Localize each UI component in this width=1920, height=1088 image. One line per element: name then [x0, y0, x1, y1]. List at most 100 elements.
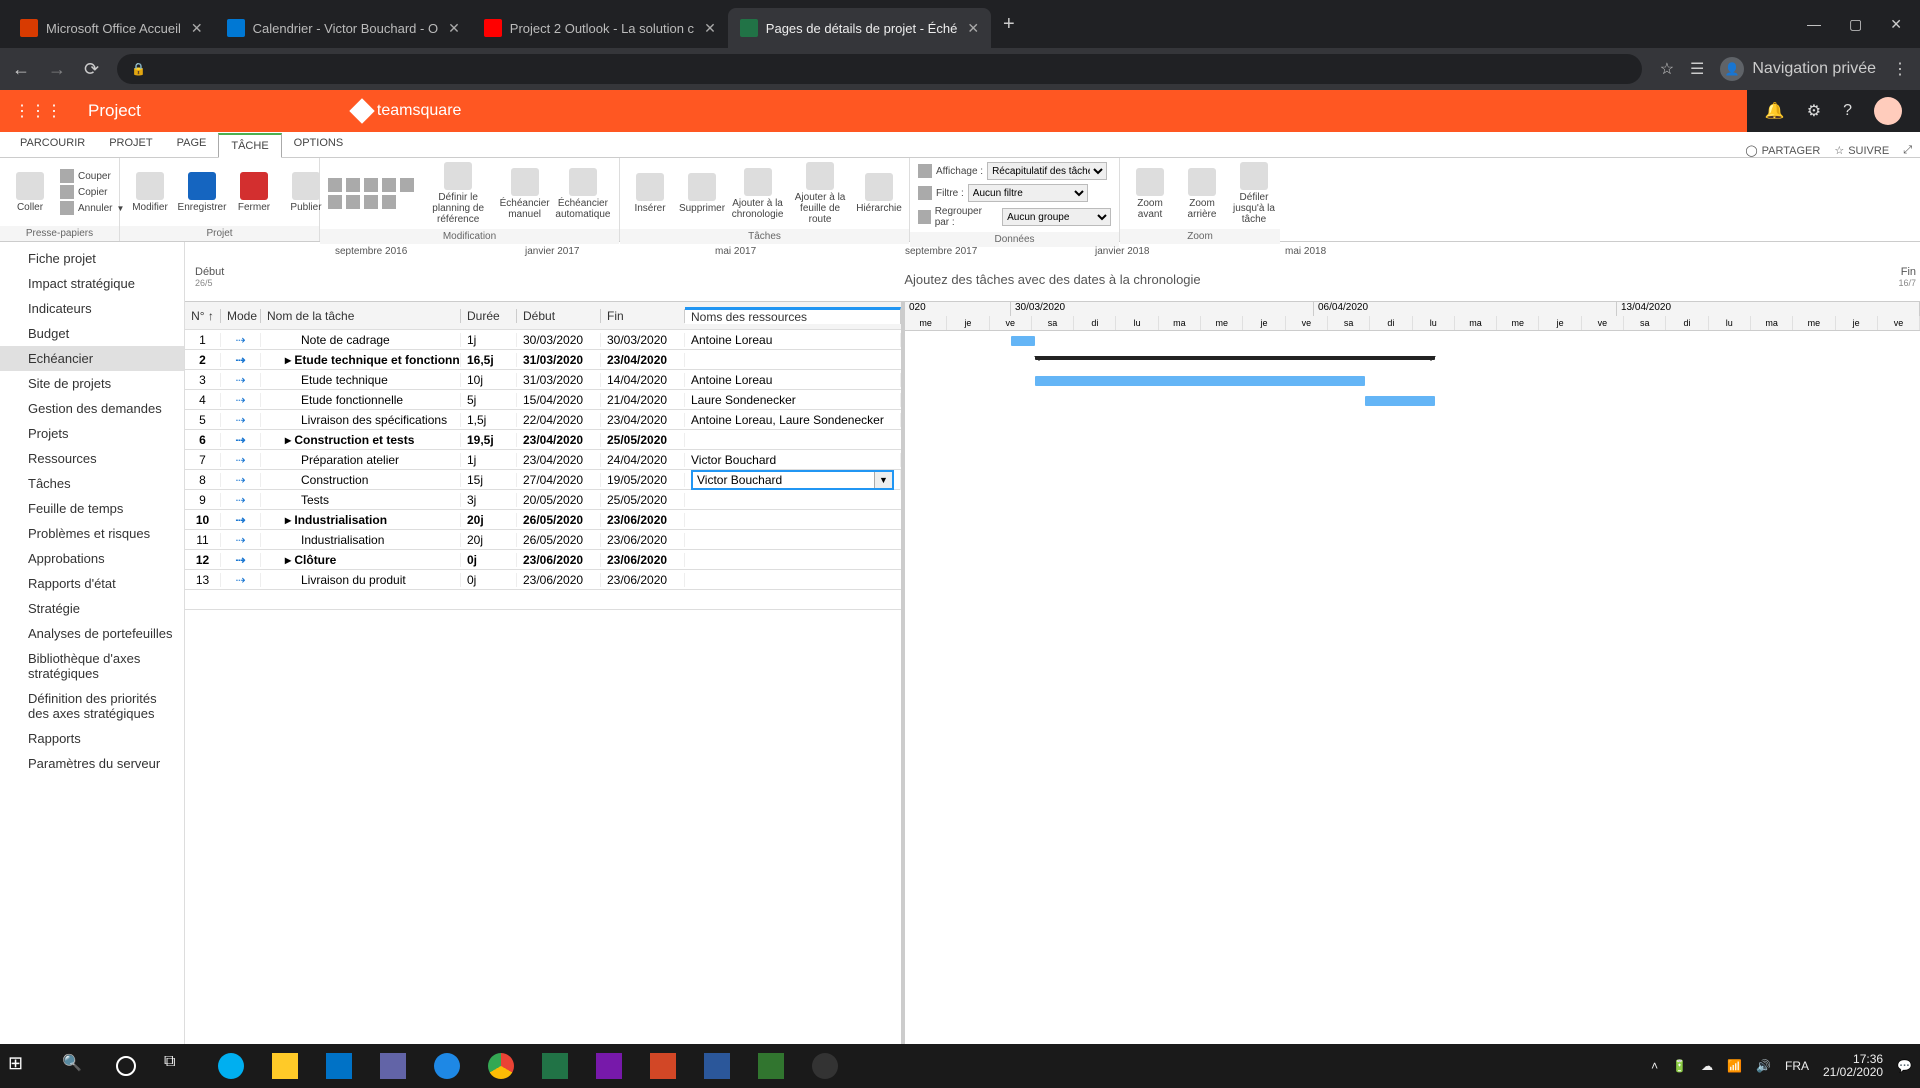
cut-button[interactable]: Couper — [60, 169, 124, 183]
insert-button[interactable]: Insérer — [628, 173, 672, 214]
bookmark-star-icon[interactable]: ☆ — [1660, 59, 1674, 79]
start-cell[interactable]: 23/04/2020 — [517, 433, 601, 447]
end-cell[interactable]: 25/05/2020 — [601, 433, 685, 447]
task-name-cell[interactable]: Livraison du produit — [261, 573, 461, 587]
task-name-cell[interactable]: Etude technique — [261, 373, 461, 387]
sidebar-item[interactable]: Tâches — [0, 471, 184, 496]
col-name[interactable]: Nom de la tâche — [261, 309, 461, 323]
start-cell[interactable]: 15/04/2020 — [517, 393, 601, 407]
sidebar-item[interactable]: Analyses de portefeuilles — [0, 621, 184, 646]
task-name-cell[interactable]: ▸ Construction et tests — [261, 433, 461, 447]
save-button[interactable]: Enregistrer — [180, 172, 224, 213]
end-cell[interactable]: 23/04/2020 — [601, 353, 685, 367]
follow-button[interactable]: ☆ SUIVRE — [1834, 144, 1889, 157]
zoom-out-button[interactable]: Zoom arrière — [1180, 168, 1224, 220]
sidebar-item[interactable]: Stratégie — [0, 596, 184, 621]
resource-select[interactable]: Victor Bouchard▼ — [691, 470, 894, 490]
start-cell[interactable]: 23/06/2020 — [517, 553, 601, 567]
task-name-cell[interactable]: Etude fonctionnelle — [261, 393, 461, 407]
ribbon-tab[interactable]: PROJET — [97, 132, 164, 157]
resources-cell[interactable]: Laure Sondenecker — [685, 393, 901, 407]
wifi-icon[interactable]: 📶 — [1727, 1059, 1742, 1073]
browser-tab[interactable]: Microsoft Office Accueil✕ — [8, 8, 215, 48]
battery-icon[interactable]: 🔋 — [1672, 1059, 1687, 1073]
skype-icon[interactable] — [218, 1053, 244, 1079]
group-select[interactable]: Aucun groupe — [1002, 208, 1111, 226]
back-button[interactable]: ← — [12, 59, 30, 80]
duration-cell[interactable]: 3j — [461, 493, 517, 507]
duration-cell[interactable]: 20j — [461, 533, 517, 547]
sidebar-item[interactable]: Gestion des demandes — [0, 396, 184, 421]
duration-cell[interactable]: 15j — [461, 473, 517, 487]
ribbon-tab[interactable]: TÂCHE — [218, 133, 281, 158]
table-row[interactable]: 7⇢Préparation atelier1j23/04/202024/04/2… — [185, 450, 901, 470]
word-icon[interactable] — [704, 1053, 730, 1079]
paste-button[interactable]: Coller — [8, 172, 52, 213]
duration-cell[interactable]: 10j — [461, 373, 517, 387]
modify-button[interactable]: Modifier — [128, 172, 172, 213]
end-cell[interactable]: 23/06/2020 — [601, 533, 685, 547]
duration-cell[interactable]: 0j — [461, 573, 517, 587]
end-cell[interactable]: 23/06/2020 — [601, 513, 685, 527]
task-name-cell[interactable]: Note de cadrage — [261, 333, 461, 347]
duration-cell[interactable]: 19,5j — [461, 433, 517, 447]
start-cell[interactable]: 23/06/2020 — [517, 573, 601, 587]
close-icon[interactable]: ✕ — [967, 20, 979, 37]
address-bar[interactable]: 🔒 — [117, 54, 1642, 84]
task-name-cell[interactable]: ▸ Etude technique et fonctionnelle — [261, 353, 461, 367]
window-minimize[interactable]: — — [1807, 16, 1821, 33]
ribbon-tab[interactable]: PAGE — [165, 132, 219, 157]
start-cell[interactable]: 22/04/2020 — [517, 413, 601, 427]
table-row[interactable]: 10⇢▸ Industrialisation20j26/05/202023/06… — [185, 510, 901, 530]
task-name-cell[interactable]: ▸ Clôture — [261, 553, 461, 567]
task-name-cell[interactable]: Livraison des spécifications — [261, 413, 461, 427]
scroll-to-task-button[interactable]: Défiler jusqu'à la tâche — [1232, 162, 1276, 225]
bell-icon[interactable]: 🔔 — [1765, 101, 1785, 121]
zoom-in-button[interactable]: Zoom avant — [1128, 168, 1172, 220]
action-center-icon[interactable]: 💬 — [1897, 1059, 1912, 1073]
auto-schedule-button[interactable]: Échéancier automatique — [555, 168, 611, 220]
col-num[interactable]: N° ↑ — [185, 309, 221, 323]
task-name-cell[interactable]: Construction — [261, 473, 461, 487]
add-timeline-button[interactable]: Ajouter à la chronologie — [732, 168, 783, 220]
task-view-icon[interactable]: ⧉ — [164, 1053, 190, 1079]
add-roadmap-button[interactable]: Ajouter à la feuille de route — [791, 162, 849, 225]
timeline-band[interactable]: Début26/5 septembre 2016janvier 2017mai … — [185, 242, 1920, 302]
duration-cell[interactable]: 0j — [461, 553, 517, 567]
duration-cell[interactable]: 16,5j — [461, 353, 517, 367]
sidebar-item[interactable]: Paramètres du serveur — [0, 751, 184, 776]
sidebar-item[interactable]: Indicateurs — [0, 296, 184, 321]
avatar[interactable] — [1874, 97, 1902, 125]
project-icon[interactable] — [758, 1053, 784, 1079]
gear-icon[interactable]: ⚙ — [1807, 101, 1821, 121]
search-icon[interactable]: 🔍 — [62, 1053, 88, 1079]
gantt-chart[interactable]: 02030/03/202006/04/202013/04/2020 mejeve… — [905, 302, 1920, 1044]
browser-tab[interactable]: Project 2 Outlook - La solution c✕ — [472, 8, 728, 48]
start-cell[interactable]: 20/05/2020 — [517, 493, 601, 507]
resources-cell[interactable]: Victor Bouchard — [685, 453, 901, 467]
col-mode[interactable]: Mode — [221, 309, 261, 323]
duration-cell[interactable]: 1j — [461, 453, 517, 467]
close-icon[interactable]: ✕ — [191, 20, 203, 37]
ribbon-tab[interactable]: OPTIONS — [282, 132, 356, 157]
baseline-button[interactable]: Définir le planning de référence — [422, 162, 494, 225]
sidebar-item[interactable]: Projets — [0, 421, 184, 446]
start-cell[interactable]: 26/05/2020 — [517, 533, 601, 547]
table-row[interactable]: 6⇢▸ Construction et tests19,5j23/04/2020… — [185, 430, 901, 450]
help-icon[interactable]: ? — [1843, 102, 1852, 120]
end-cell[interactable]: 24/04/2020 — [601, 453, 685, 467]
reading-list-icon[interactable]: ☰ — [1690, 59, 1704, 79]
obs-icon[interactable] — [812, 1053, 838, 1079]
task-name-cell[interactable]: Tests — [261, 493, 461, 507]
volume-icon[interactable]: 🔊 — [1756, 1059, 1771, 1073]
table-row[interactable]: 3⇢Etude technique10j31/03/202014/04/2020… — [185, 370, 901, 390]
display-select[interactable]: Récapitulatif des tâches — [987, 162, 1107, 180]
end-cell[interactable]: 25/05/2020 — [601, 493, 685, 507]
sidebar-item[interactable]: Problèmes et risques — [0, 521, 184, 546]
browser-tab[interactable]: Calendrier - Victor Bouchard - O✕ — [215, 8, 472, 48]
col-resources[interactable]: Noms des ressources — [685, 307, 901, 324]
sidebar-item[interactable]: Fiche projet — [0, 246, 184, 271]
table-row[interactable]: 8⇢Construction15j27/04/202019/05/2020Vic… — [185, 470, 901, 490]
browser-menu-icon[interactable]: ⋮ — [1892, 59, 1908, 79]
onenote-icon[interactable] — [596, 1053, 622, 1079]
